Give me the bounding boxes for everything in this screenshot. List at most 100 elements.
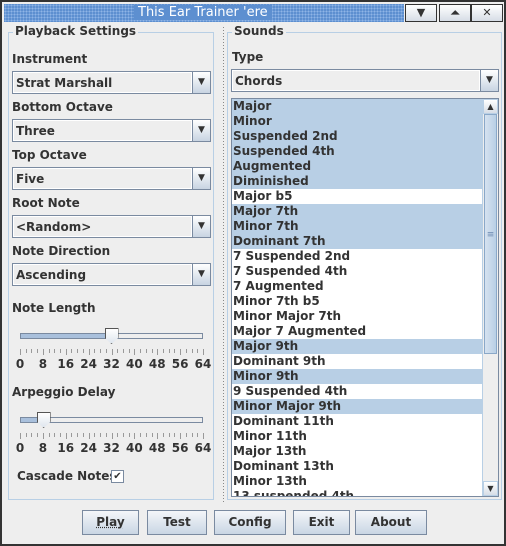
scroll-thumb[interactable]: ≡ xyxy=(484,114,497,354)
tick-mark xyxy=(105,433,107,437)
slider-fill xyxy=(21,334,112,338)
tick-label: 24 xyxy=(80,357,97,371)
tick-mark xyxy=(54,349,56,353)
list-item[interactable]: Diminished xyxy=(232,174,498,189)
minimize-button[interactable]: ▼ xyxy=(405,4,437,22)
list-item[interactable]: Minor 7th xyxy=(232,219,498,234)
maximize-button[interactable]: ⏶ xyxy=(439,4,471,22)
list-item[interactable]: Suspended 4th xyxy=(232,144,498,159)
title-bar[interactable]: This Ear Trainer 'ere xyxy=(4,4,404,22)
list-item[interactable]: Major 13th xyxy=(232,444,498,459)
selected-value: Ascending xyxy=(13,264,192,285)
test-button[interactable]: Test xyxy=(147,510,207,535)
tick-mark xyxy=(162,433,164,437)
type-select[interactable]: Chords ▼ xyxy=(231,69,499,92)
list-item[interactable]: Major 9th xyxy=(232,339,498,354)
selected-value: <Random> xyxy=(13,216,192,237)
tick-mark xyxy=(117,349,119,353)
bottom-octave-select[interactable]: Three ▼ xyxy=(12,119,211,142)
list-item[interactable]: 7 Suspended 4th xyxy=(232,264,498,279)
selected-value: Chords xyxy=(232,70,480,91)
list-item[interactable]: Dominant 13th xyxy=(232,459,498,474)
list-item[interactable]: Dominant 9th xyxy=(232,354,498,369)
play-button[interactable]: Play xyxy=(82,510,139,535)
note-length-slider[interactable] xyxy=(20,328,203,344)
list-item[interactable]: Suspended 2nd xyxy=(232,129,498,144)
scrollbar[interactable]: ▲ ≡ ▼ xyxy=(482,99,498,496)
group-title: Sounds xyxy=(232,24,286,38)
list-item[interactable]: Major 7 Augmented xyxy=(232,324,498,339)
tick-label: 64 xyxy=(194,441,212,455)
about-button[interactable]: About xyxy=(355,510,427,535)
tick-mark xyxy=(71,433,73,437)
note-direction-select[interactable]: Ascending ▼ xyxy=(12,263,211,286)
sounds-list[interactable]: Major Minor Suspended 2nd Suspended 4th Augm… xyxy=(231,98,499,497)
chevron-down-icon[interactable]: ▼ xyxy=(192,216,210,237)
tick-label: 40 xyxy=(126,441,143,455)
list-item[interactable]: Minor 13th xyxy=(232,474,498,489)
list-item[interactable]: Augmented xyxy=(232,159,498,174)
tick-mark xyxy=(174,433,176,437)
tick-mark xyxy=(168,349,170,353)
list-item[interactable]: Minor 11th xyxy=(232,429,498,444)
tick-mark xyxy=(203,433,204,439)
list-item[interactable]: Minor Major 7th xyxy=(232,309,498,324)
tick-label: 32 xyxy=(103,357,120,371)
main-window: This Ear Trainer 'ere ▼ ⏶ ✕ Playback Set… xyxy=(0,0,506,546)
list-item[interactable]: Major b5 xyxy=(232,189,498,204)
list-item[interactable]: Minor 7th b5 xyxy=(232,294,498,309)
tick-mark xyxy=(25,433,27,437)
chevron-down-icon[interactable]: ▼ xyxy=(192,168,210,189)
tick-mark xyxy=(82,349,84,353)
scroll-up-icon[interactable]: ▲ xyxy=(483,99,498,114)
tick-label: 8 xyxy=(38,357,48,371)
close-button[interactable]: ✕ xyxy=(471,4,503,22)
top-octave-select[interactable]: Five ▼ xyxy=(12,167,211,190)
root-note-select[interactable]: <Random> ▼ xyxy=(12,215,211,238)
exit-button[interactable]: Exit xyxy=(293,510,350,535)
chevron-down-icon[interactable]: ▼ xyxy=(192,72,210,93)
tick-mark xyxy=(185,349,187,353)
scroll-down-icon[interactable]: ▼ xyxy=(483,481,498,496)
arpeggio-delay-ticks: 0 8 16 24 32 40 48 56 64 xyxy=(16,433,211,455)
list-item[interactable]: Major xyxy=(232,99,498,114)
tick-mark xyxy=(157,349,159,355)
tick-mark xyxy=(31,433,33,437)
list-item[interactable]: 9 Suspended 4th xyxy=(232,384,498,399)
chevron-down-icon[interactable]: ▼ xyxy=(480,70,498,91)
tick-mark xyxy=(174,349,176,353)
tick-mark xyxy=(134,349,136,355)
tick-mark xyxy=(162,349,164,353)
list-item[interactable]: 13 suspended 4th xyxy=(232,489,498,496)
selected-value: Three xyxy=(13,120,192,141)
tick-label: 0 xyxy=(15,441,25,455)
cascade-notes-checkbox[interactable]: ✔ xyxy=(111,470,124,483)
tick-mark xyxy=(145,349,147,353)
tick-mark xyxy=(31,349,33,353)
instrument-select[interactable]: Strat Marshall ▼ xyxy=(12,71,211,94)
config-button[interactable]: Config xyxy=(214,510,286,535)
instrument-label: Instrument xyxy=(12,52,88,66)
tick-mark xyxy=(54,433,56,437)
tick-mark xyxy=(191,349,193,353)
tick-mark xyxy=(94,433,96,437)
list-item[interactable]: Dominant 7th xyxy=(232,234,498,249)
tick-mark xyxy=(20,433,21,439)
tick-mark xyxy=(151,433,153,437)
list-item[interactable]: Major 7th xyxy=(232,204,498,219)
split-pane-divider[interactable] xyxy=(222,26,225,502)
list-item[interactable]: 7 Suspended 2nd xyxy=(232,249,498,264)
list-item[interactable]: Dominant 11th xyxy=(232,414,498,429)
list-item[interactable]: Minor xyxy=(232,114,498,129)
chevron-down-icon[interactable]: ▼ xyxy=(192,264,210,285)
arpeggio-delay-slider[interactable] xyxy=(20,412,203,428)
tick-label: 56 xyxy=(171,357,189,371)
list-item[interactable]: Minor Major 9th xyxy=(232,399,498,414)
list-item[interactable]: Minor 9th xyxy=(232,369,498,384)
tick-mark xyxy=(180,433,182,439)
tick-mark xyxy=(37,433,39,437)
chevron-down-icon[interactable]: ▼ xyxy=(192,120,210,141)
tick-mark xyxy=(145,433,147,437)
list-item[interactable]: 7 Augmented xyxy=(232,279,498,294)
tick-mark xyxy=(65,349,67,355)
